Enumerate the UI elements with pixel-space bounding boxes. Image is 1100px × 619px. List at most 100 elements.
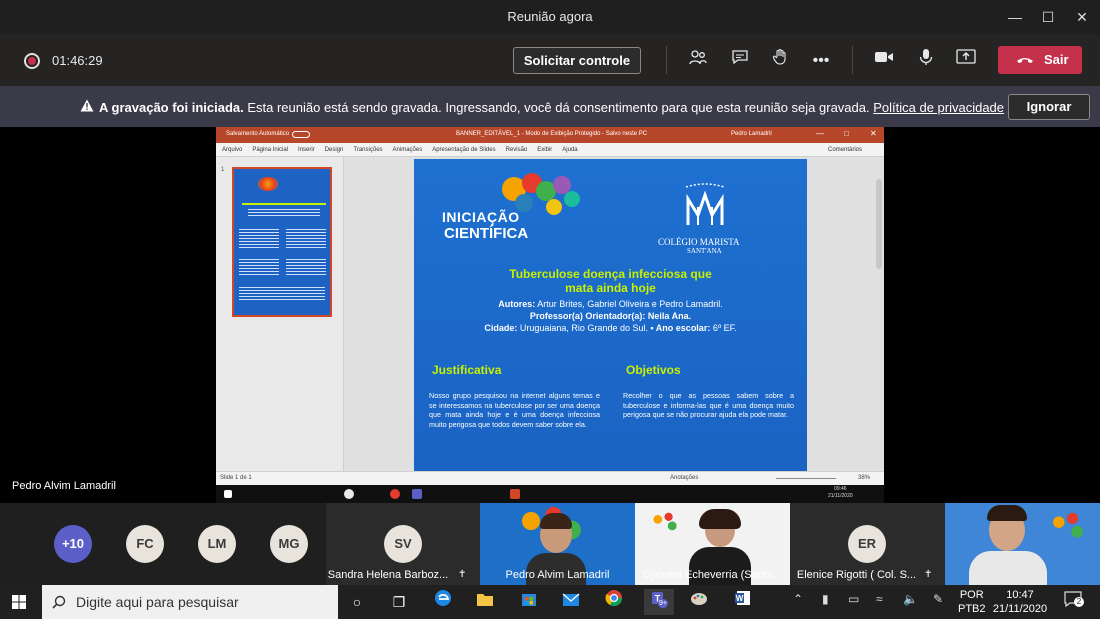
dismiss-button[interactable]: Ignorar bbox=[1008, 94, 1090, 120]
comments-button[interactable]: Comentários bbox=[828, 143, 862, 157]
pen-icon[interactable]: ✎ bbox=[933, 592, 943, 606]
paint-app-icon[interactable] bbox=[686, 589, 712, 615]
notifications-icon[interactable]: 2 bbox=[1064, 591, 1084, 610]
mic-off-icon: ✝ bbox=[458, 569, 467, 580]
zoom-slider[interactable] bbox=[776, 478, 836, 479]
school-name: COLÉGIO MARISTA bbox=[658, 237, 740, 247]
participant-avatar[interactable]: FC bbox=[126, 525, 164, 563]
language-indicator[interactable]: POR PTB2 bbox=[958, 588, 986, 616]
participant-avatar[interactable]: LM bbox=[198, 525, 236, 563]
city-line: Cidade: Uruguaiana, Rio Grande do Sul. •… bbox=[414, 323, 807, 333]
camera-icon[interactable] bbox=[871, 48, 897, 74]
ribbon-tab[interactable]: Ajuda bbox=[562, 143, 577, 157]
file-explorer-icon[interactable] bbox=[472, 589, 498, 615]
thumbnail-text-lines bbox=[239, 259, 279, 277]
leave-button[interactable]: Sair bbox=[998, 46, 1082, 74]
usb-icon[interactable]: ▮ bbox=[822, 592, 829, 606]
ribbon-tab[interactable]: Apresentação de Slides bbox=[432, 143, 495, 157]
participant-name: Sandra Helena Barboz... bbox=[327, 569, 449, 581]
language-code: POR bbox=[959, 589, 984, 601]
autosave-toggle[interactable] bbox=[292, 131, 310, 138]
ppt-maximize-icon[interactable]: □ bbox=[844, 129, 849, 138]
show-hidden-icons-icon[interactable]: ⌃ bbox=[793, 592, 803, 606]
raise-hand-icon[interactable] bbox=[767, 48, 793, 74]
city-value: Uruguaiana, Rio Grande do Sul. bbox=[517, 323, 648, 333]
search-icon bbox=[52, 595, 66, 609]
participant-video-tile[interactable]: Pedro Alvim Lamadril bbox=[480, 503, 635, 585]
request-control-button[interactable]: Solicitar controle bbox=[513, 47, 641, 74]
ribbon-tab[interactable]: Design bbox=[325, 143, 344, 157]
vertical-scrollbar[interactable] bbox=[876, 179, 882, 269]
background-logo bbox=[647, 509, 683, 535]
ppt-minimize-icon[interactable]: — bbox=[816, 129, 824, 138]
logo-text-line-1: INICIAÇÃO bbox=[442, 209, 520, 225]
ribbon-tab[interactable]: Animações bbox=[393, 143, 423, 157]
windows-start-icon bbox=[224, 490, 232, 498]
hang-up-icon bbox=[1016, 46, 1034, 84]
taskbar-search-input[interactable]: Digite aqui para pesquisar bbox=[42, 585, 338, 619]
ribbon-tab[interactable]: Página Inicial bbox=[252, 143, 288, 157]
participant-tile[interactable]: ER Elenice Rigotti ( Col. S... ✝ bbox=[790, 503, 945, 585]
close-icon[interactable]: ✕ bbox=[1065, 0, 1099, 34]
ribbon-tab[interactable]: Arquivo bbox=[222, 143, 242, 157]
participant-avatar: SV bbox=[384, 525, 422, 563]
document-title: BANNER_EDITÁVEL_1 - Modo de Exibição Pro… bbox=[456, 131, 648, 137]
chrome-app-icon[interactable] bbox=[601, 589, 627, 615]
self-video-tile[interactable] bbox=[945, 503, 1100, 585]
powerpoint-titlebar: Salvamento Automático BANNER_EDITÁVEL_1 … bbox=[216, 127, 884, 143]
participant-avatar[interactable]: MG bbox=[270, 525, 308, 563]
maximize-icon[interactable]: ☐ bbox=[1031, 0, 1065, 34]
user-name: Pedro Lamadril bbox=[731, 131, 772, 137]
thumbnail-text-lines bbox=[286, 229, 326, 249]
objectives-text: Recolher o que as pessoas sabem sobre a … bbox=[623, 391, 794, 420]
more-options-icon[interactable]: ••• bbox=[808, 48, 834, 74]
ppt-close-icon[interactable]: ✕ bbox=[870, 129, 877, 138]
ribbon-tab[interactable]: Revisão bbox=[506, 143, 528, 157]
store-app-icon[interactable] bbox=[516, 589, 542, 615]
teams-app-icon[interactable]: T 9+ bbox=[644, 589, 674, 615]
justification-heading: Justificativa bbox=[432, 363, 502, 377]
mic-off-icon: ✝ bbox=[924, 569, 933, 580]
ribbon-tab[interactable]: Exibir bbox=[537, 143, 552, 157]
word-app-icon[interactable]: W bbox=[730, 589, 756, 615]
windows-start-icon[interactable] bbox=[12, 595, 26, 609]
ribbon-tab[interactable]: Inserir bbox=[298, 143, 315, 157]
edge-app-icon[interactable] bbox=[430, 589, 456, 615]
privacy-policy-link[interactable]: Política de privacidade bbox=[873, 100, 1004, 115]
participant-video-tile[interactable]: Djiovani Echeverria (Santa... bbox=[635, 503, 790, 585]
school-unit: SANT'ANA bbox=[687, 247, 722, 255]
participants-icon[interactable] bbox=[685, 48, 711, 74]
slide-counter: Slide 1 de 1 bbox=[220, 475, 252, 481]
share-screen-icon[interactable] bbox=[953, 48, 979, 74]
chrome-app-icon bbox=[344, 489, 354, 499]
taskbar-clock[interactable]: 10:47 21/11/2020 bbox=[990, 588, 1050, 616]
volume-icon[interactable]: 🔈 bbox=[903, 592, 918, 606]
toolbar-divider bbox=[852, 46, 853, 74]
leave-label: Sair bbox=[1044, 52, 1069, 67]
more-participants-button[interactable]: +10 bbox=[54, 525, 92, 563]
recording-icon bbox=[24, 53, 40, 69]
thumbnail-text-lines bbox=[286, 259, 326, 277]
mail-app-icon[interactable] bbox=[558, 589, 584, 615]
cortana-icon[interactable]: ○ bbox=[344, 589, 370, 615]
slide-canvas: INICIAÇÃO CIENTÍFICA COLÉGIO MARISTA SAN… bbox=[344, 157, 884, 471]
battery-icon[interactable]: ▭ bbox=[848, 592, 859, 606]
slide[interactable]: INICIAÇÃO CIENTÍFICA COLÉGIO MARISTA SAN… bbox=[414, 159, 807, 471]
city-label: Cidade: bbox=[484, 323, 518, 333]
autosave-label: Salvamento Automático bbox=[226, 131, 290, 137]
task-view-icon[interactable]: ❐ bbox=[386, 589, 412, 615]
clock-date: 21/11/2020 bbox=[992, 603, 1048, 615]
slide-title-line-1: Tuberculose doença infecciosa que bbox=[509, 267, 712, 281]
ribbon-tab[interactable]: Transições bbox=[353, 143, 382, 157]
slide-thumbnail[interactable] bbox=[232, 167, 332, 317]
microphone-icon[interactable] bbox=[913, 48, 939, 74]
chat-icon[interactable] bbox=[727, 48, 753, 74]
authors-label: Autores: bbox=[498, 299, 536, 309]
notes-button[interactable]: Anotações bbox=[670, 472, 698, 485]
presenter-clock: 09:46 21/11/2020 bbox=[828, 486, 853, 500]
minimize-icon[interactable]: — bbox=[998, 0, 1032, 34]
clock-time: 10:47 bbox=[1006, 589, 1034, 601]
presenter-time: 09:46 bbox=[834, 486, 847, 492]
participant-tile[interactable]: SV Sandra Helena Barboz... ✝ bbox=[326, 503, 480, 585]
wifi-icon[interactable]: ≈ bbox=[876, 592, 883, 606]
